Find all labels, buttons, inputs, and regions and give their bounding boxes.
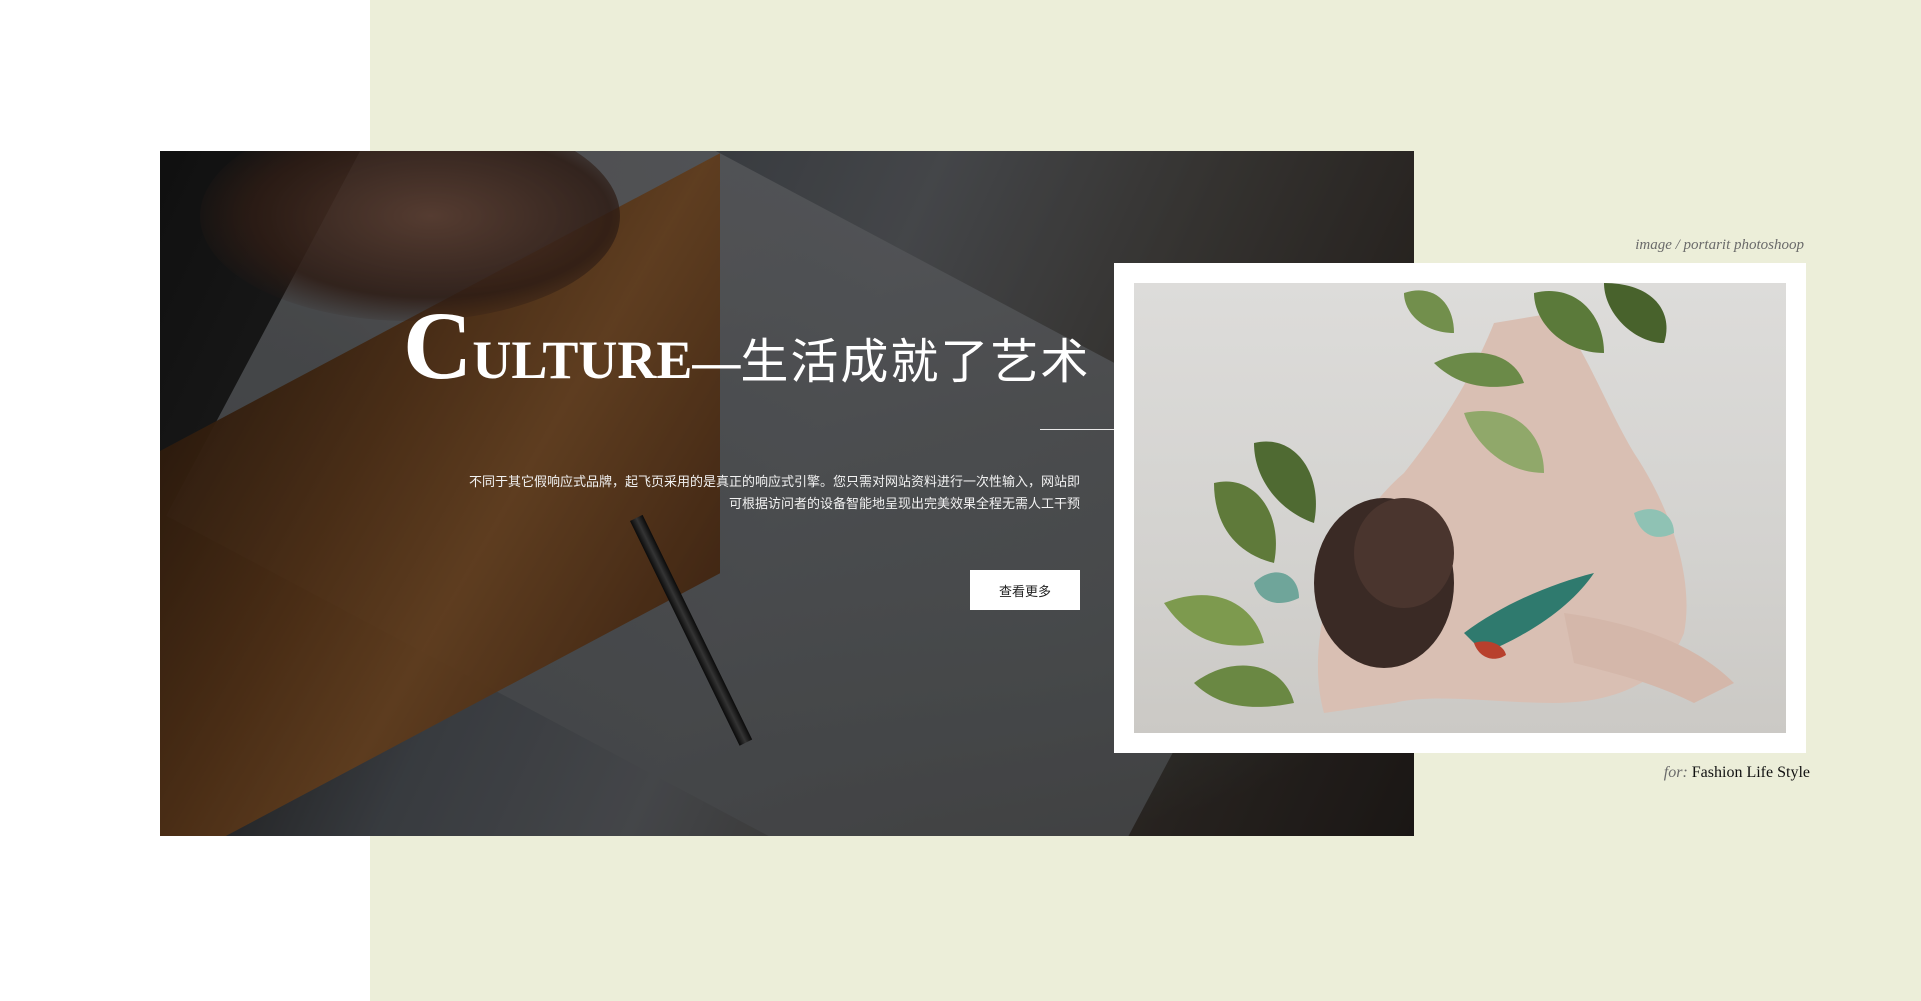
- portrait-collage-illustration: [1164, 283, 1734, 713]
- headline-initial: C: [403, 292, 473, 399]
- image-label: image / portarit photoshoop: [1635, 237, 1804, 253]
- headline-chinese: 生活成就了艺术: [740, 334, 1091, 390]
- caption-text: Fashion Life Style: [1691, 764, 1810, 781]
- caption-prefix: for:: [1663, 764, 1688, 781]
- photo-caption: for: Fashion Life Style: [1664, 764, 1810, 782]
- portrait-photo-frame: [1114, 263, 1806, 753]
- headline-dash: —: [692, 336, 741, 389]
- headline-word: ULTURE: [472, 330, 693, 390]
- portrait-photo: [1134, 283, 1786, 733]
- hero-headline: CULTURE—生活成就了艺术: [403, 298, 1090, 394]
- view-more-button[interactable]: 查看更多: [970, 570, 1080, 610]
- hero-description: 不同于其它假响应式品牌，起飞页采用的是真正的响应式引擎。您只需对网站资料进行一次…: [468, 475, 1080, 512]
